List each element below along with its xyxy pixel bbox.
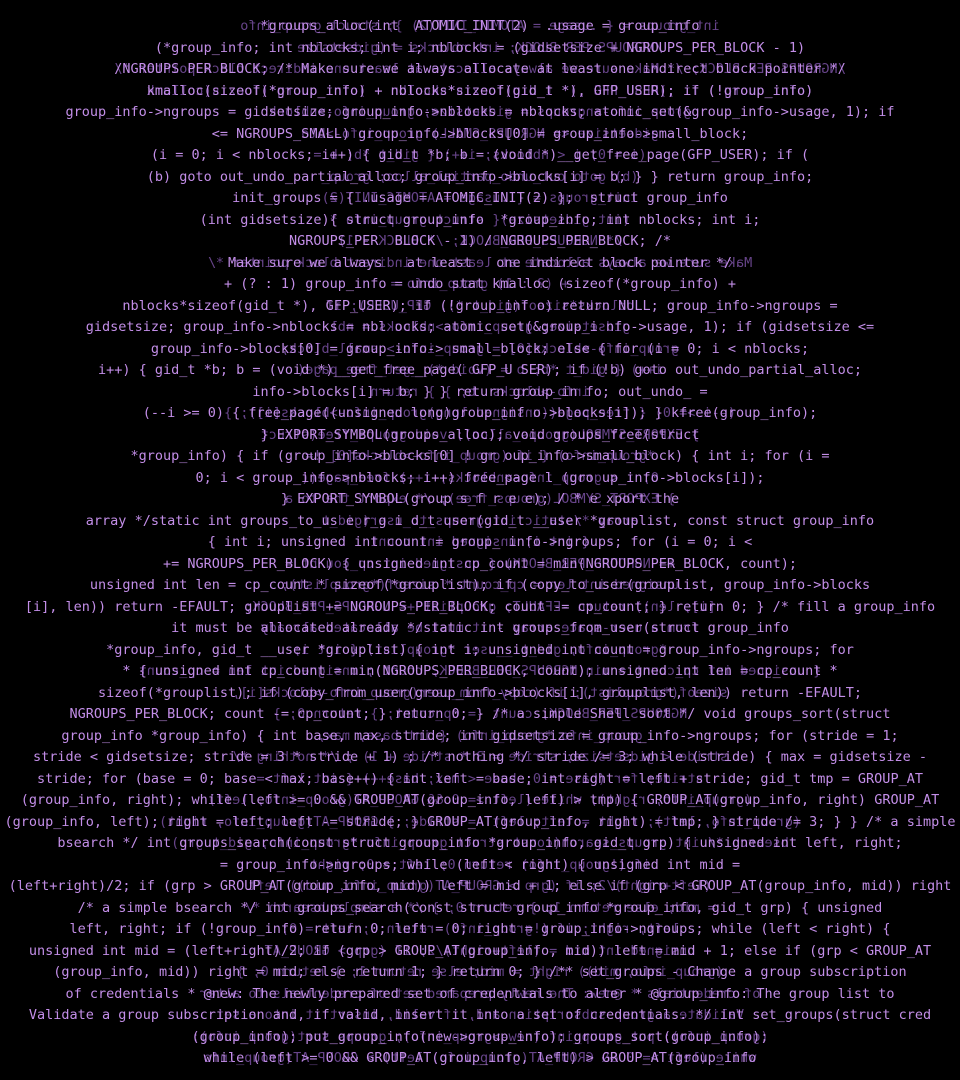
code-text: { int i; unsigned int count = group_ inf… — [207, 534, 753, 550]
code-text: NGROUPS_PER_BLOCK; count -= cp_count; } … — [69, 706, 891, 722]
code-line: NGROUPS_PER_BLOCK; count -= cp_count; } … — [0, 704, 960, 726]
code-text: it must be allocated already */static in… — [171, 620, 789, 636]
code-text: array */static int groups_to_us e r_g i … — [85, 512, 875, 529]
code-line: group_info->blocks[0] = group_info-> sma… — [0, 339, 960, 361]
code-line: /NGROUPS PER BLOCK; /* Make sure we alwa… — [0, 59, 960, 81]
code-text: nblocks*sizeof(gid_t *), GFP_USER); if (… — [122, 297, 838, 314]
code-line: (--i >= 0) { free_page((unsigned long)gr… — [0, 403, 960, 425]
code-text: } EXPORT_SYMBOL(groups_alloc); void grou… — [260, 426, 700, 443]
code-text: (group_info); put_group_info(new->group_… — [191, 1028, 769, 1045]
code-line: *group_info, gid_t __user *grouplist) { … — [0, 640, 960, 662]
code-text: gidsetsize; group_info->nblocks = nbl oc… — [85, 319, 875, 335]
code-text: group_info *group_info) { int base, max,… — [61, 727, 899, 744]
code-line: } EXPORT_SYMBOL(groups_free); /* export … — [0, 489, 960, 511]
code-line: (group_info, left); right = left; left -… — [0, 812, 960, 834]
code-line: info->blocks b; } } return info->blocks[i… — [0, 382, 960, 404]
code-text: init_groups = { .usage = ATOMIC_INIT(2) … — [232, 190, 728, 206]
code-text: Make sure we always at least one indirec… — [228, 254, 732, 271]
code-line: from a user-space array - it must be all… — [0, 618, 960, 640]
code-line: i++) { gid_t *b; b = (void *)__get_free_… — [0, 360, 960, 382]
code-text: Validate a group subscription and, if va… — [28, 1007, 932, 1023]
code-line: (left+right)/2; if (grp > GROUP_AT(group… — [0, 876, 960, 898]
ascii-art-canvas: int_groups = { .usage = ATOMIC_INIT(2) }… — [0, 16, 960, 1070]
code-line: *group_info) { if (group_info->blocks[0]… — [0, 446, 960, 468]
code-text: kmalloc(sizeof(*group_info) + nblocks*si… — [146, 82, 814, 99]
code-text: info->blocks[i] = b; } } return group_in… — [252, 383, 708, 400]
code-text: (*group_info; int nblocks; int i; nblock… — [154, 39, 806, 56]
code-text: while (left >= 0 && GROUP_AT(group_info,… — [203, 1050, 757, 1066]
code-text: unsigned int mid = (left+right)/2; if (g… — [28, 942, 932, 959]
code-line: group_info->ngroups = gidsetsize; group_… — [0, 102, 960, 124]
code-text: = group_info->ngroups; while (left < rig… — [219, 856, 741, 873]
code-line: stride < gidsetsize; stride = 3 * stride… — [0, 747, 960, 769]
code-line: Validate a group subscription and, if va… — [0, 1005, 960, 1027]
code-text: (left+right)/2; if (grp > GROUP_AT(group… — [8, 878, 952, 894]
code-line: gidsetsize <= NGROUPS_SMALL) group_info-… — [0, 124, 960, 146]
code-text: NGROUPS_PER BLOCK - 1) / NGROUPS_PER_BLO… — [288, 233, 671, 249]
code-line: (group_info, right); while (left >= 0 &&… — [0, 790, 960, 812]
code-line: } EXPORT_SYMBOL(groups_alloc); void grou… — [0, 425, 960, 447]
code-text: } EXPORT_SYMBOL(group s_f r e e); / * e … — [280, 491, 680, 507]
code-text: sizeof(*grouplist); if (copy_from_user(g… — [97, 684, 862, 701]
code-text: (group_info, left); right = left; left -… — [4, 813, 956, 830]
code-line: of credentials * @new: The newly prepare… — [0, 984, 960, 1006]
code-line: unsigned int mid = (left+right)/2; if (g… — [0, 941, 960, 963]
code-text: stride < gidsetsize; stride = 3 * stride… — [32, 749, 928, 765]
code-text: (i = 0; i < nblocks; i++) { gid_t *b; b … — [150, 147, 810, 163]
code-line: unsigned int len = cp_count * sizeof(*gr… — [0, 575, 960, 597]
code-line: (i = 0; i < nblocks; i++) { gid_t *b; b … — [0, 145, 960, 167]
code-text: * { unsigned int cp_count = min(NGROUPS_… — [122, 663, 838, 679]
code-text: i++) { gid_t *b; b = (void *)__get_free_… — [97, 362, 862, 378]
code-text: [i], len)) return -EFAULT; grouplist += … — [24, 598, 936, 615]
code-line: Make sure we always allocate at least on… — [0, 253, 960, 275]
code-line: (group_info, mid)) right = mid; else ret… — [0, 962, 960, 984]
code-text: /NGROUPS PER BLOCK; /* Make sure we alwa… — [114, 61, 846, 77]
code-text: left, right; if (!group_info) return 0; … — [69, 921, 891, 937]
code-line: * { unsigned int cp_count = min(NGROUPS_… — [0, 661, 960, 683]
code-line: left, right; if (!group_info) return 0; … — [0, 919, 960, 941]
code-text: (--i >= 0) { free_page((unsigned long)gr… — [142, 405, 818, 421]
code-line: int_groups = { .usage = ATOMIC_INIT(2) }… — [0, 16, 960, 38]
code-line: [i], len)) return -EFAULT; grouplist += … — [0, 597, 960, 619]
code-text: group_info->blocks[0] = group_info-> sma… — [150, 340, 810, 357]
code-line: array */static int groups_to_user(gid_t a… — [0, 511, 960, 533]
code-text: += NGROUPS_PER_BLOCK) { unsigned int cp_… — [163, 555, 797, 572]
code-text: stride; for (base = 0; base < max; base+… — [37, 770, 923, 787]
code-text: unsigned int len = cp_count * sizeof(*gr… — [89, 577, 871, 593]
code-line: (ofni_quorg!) fi ;)RESU_PFG ,)* t_dig(fo… — [0, 81, 960, 103]
code-text: (int gidsetsize){ struct group_info *gro… — [199, 211, 761, 228]
code-text: *groups_alloc(int ATOMIC_INIT(2) .usage … — [260, 18, 700, 34]
code-text: (group_info, mid)) right = mid; else ret… — [53, 964, 907, 980]
code-line: if (!group_info) return 0; left = 0; rig… — [0, 855, 960, 877]
code-line: while (left >= 0 && GROUP_AT(group_info,… — [0, 1048, 960, 1070]
code-text: *group_info) { if (group_info->blocks[0]… — [130, 448, 830, 464]
code-line: sizeof(*grouplist); if (copy_from_user(g… — [0, 683, 960, 705]
code-line: stride; for (base = 0; base < max; base+… — [0, 769, 960, 791]
code-line: /* NGROUPS_PER_BLOCK; /* BLOCK - 1) NGROU… — [0, 231, 960, 253]
code-text: group_info->ngroups = gidsetsize; group_… — [65, 104, 895, 120]
code-line: = mid; else return 1; } return 0; } /* a… — [0, 898, 960, 920]
code-line: (b) goto out_undo_partial_alloc; group_(… — [0, 167, 960, 189]
code-text: + (? : 1) group_info = undo stat kmalloc… — [223, 276, 737, 292]
code-text: (b) goto out_undo_partial_alloc; group_i… — [146, 168, 814, 185]
code-text: bsearch */ int groups_search(const struc… — [57, 835, 903, 851]
code-text: of credentials * @new: The newly prepare… — [65, 985, 895, 1002]
code-line: gidsetsize; group_info->nblocks = nbl gid… — [0, 317, 960, 339]
code-text: (group_info, right); while (left >= 0 &&… — [20, 792, 940, 808]
code-line: nblocks*sizeof(gid_t *), GFP_USER); if nb… — [0, 296, 960, 318]
code-line: { int i; unsigned int count{ int i; unsi… — [0, 532, 960, 554]
code-line: bsearch */ int groups_search(const struc… — [0, 833, 960, 855]
code-line: (int gidsetsize){ struct group_info * (in… — [0, 210, 960, 232]
code-text: *group_info, gid_t __user *grouplist) { … — [106, 641, 854, 658]
code-text: 0; i < group_info->nblocks; i++) free_pa… — [195, 469, 765, 486]
code-line: (group_info); put_group_info(new->group_… — [0, 1027, 960, 1049]
code-line: group_info *group_info) { int base, max,… — [0, 726, 960, 748]
code-line: init_groups = { .usage = ATOMIC_INIT(2) i… — [0, 188, 960, 210]
code-line: /NGROUPS PER BLOCK; int nblocks = (gidse… — [0, 38, 960, 60]
code-text: /* a simple bsearch */ int groups_search… — [77, 899, 883, 916]
code-line: 0; i < group_info->nblocks; i++) free_pa… — [0, 468, 960, 490]
code-line: += NGROUPS_PER_BLOCK) { unsigned int cp_… — [0, 554, 960, 576]
code-text: <= NGROUPS_SMALL) group_info->blocks[0] … — [211, 125, 749, 142]
code-line: + (? : 1) group_info = + (? : 1) group_in… — [0, 274, 960, 296]
